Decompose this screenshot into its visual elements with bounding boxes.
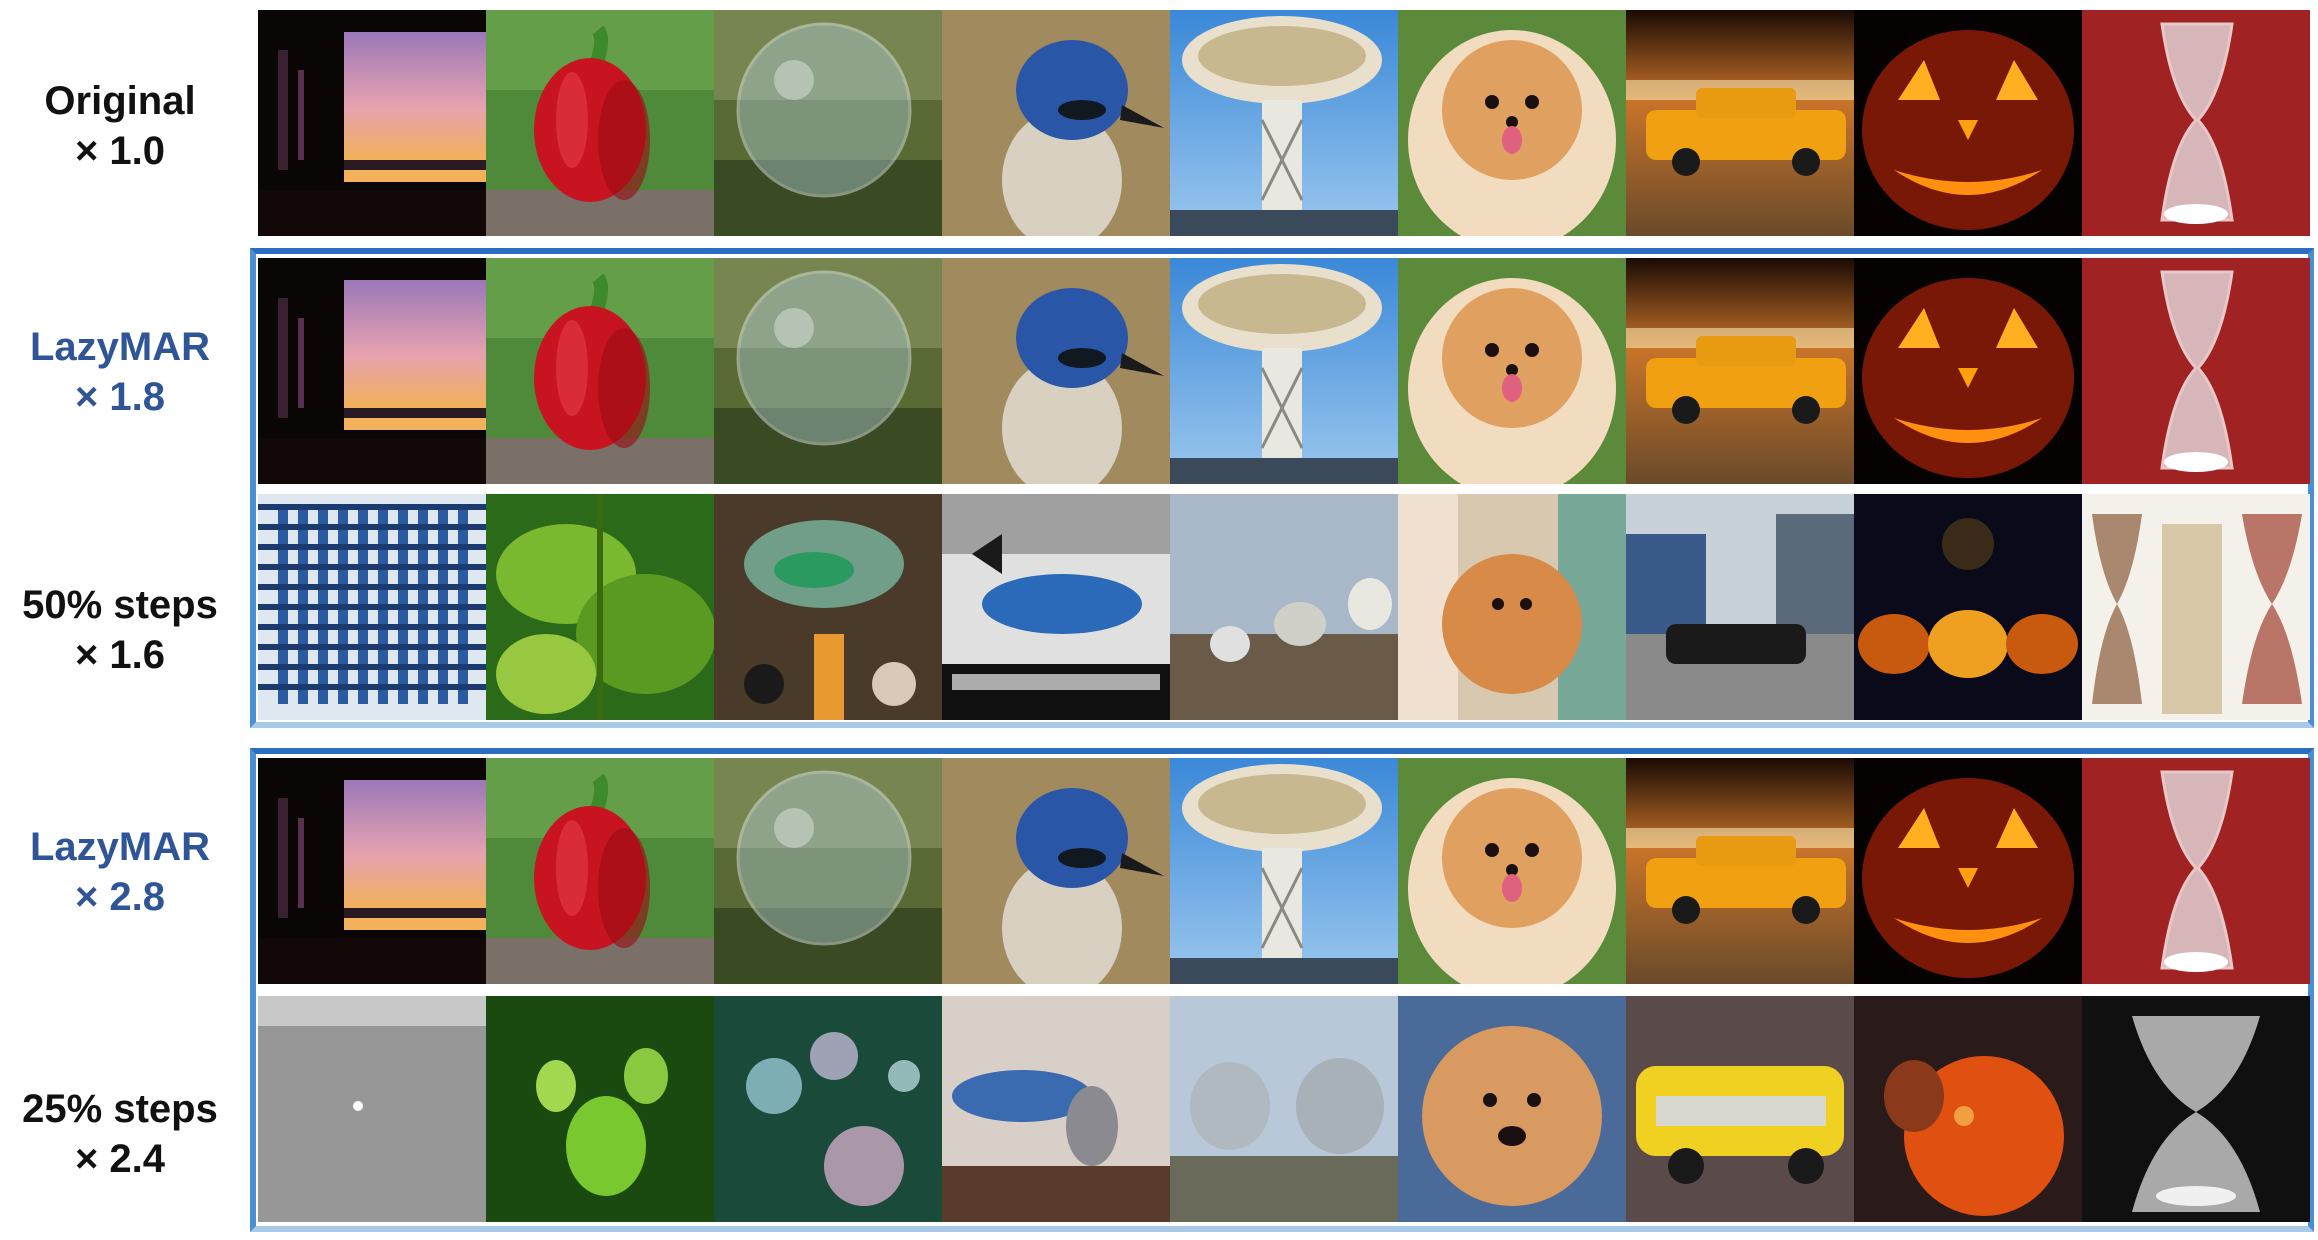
image-pomeranian	[1398, 258, 1626, 484]
image-soap-bubble	[714, 10, 942, 236]
image-row-50-steps	[258, 494, 2310, 720]
image-bubble-crowd	[714, 494, 942, 720]
row-label-25-steps: 25% steps × 2.4	[22, 1087, 218, 1181]
image-sunset-window	[258, 10, 486, 236]
image-hourglass-collection	[2082, 494, 2310, 720]
image-yellow-car	[1626, 996, 1854, 1222]
image-green-peppers	[486, 996, 714, 1222]
image-carved-pumpkin	[1854, 996, 2082, 1222]
image-radio-telescope	[1170, 10, 1398, 236]
image-hourglass	[2082, 258, 2310, 484]
image-hourglass	[2082, 10, 2310, 236]
row-label-50-steps: 50% steps × 1.6	[22, 583, 218, 677]
image-row-original	[258, 10, 2310, 236]
image-pepper-plant	[486, 494, 714, 720]
image-row-25-steps	[258, 996, 2310, 1222]
image-dishes-field	[1170, 494, 1398, 720]
image-soap-bubble	[714, 258, 942, 484]
image-pumpkins-night	[1854, 494, 2082, 720]
row-label-lazymar-1-8: LazyMAR × 1.8	[29, 325, 211, 419]
image-red-pepper	[486, 258, 714, 484]
image-jack-o-lantern	[1854, 10, 2082, 236]
image-hourglass-bw	[2082, 996, 2310, 1222]
image-taxi	[1626, 258, 1854, 484]
image-taxi	[1626, 10, 1854, 236]
image-street-car	[1626, 494, 1854, 720]
image-window-mesh	[258, 996, 486, 1222]
image-sunset-window	[258, 758, 486, 984]
image-blue-jay	[942, 758, 1170, 984]
image-blue-jay	[942, 10, 1170, 236]
row-label-lazymar-2-8: LazyMAR × 2.8	[29, 825, 211, 919]
image-blue-jay	[942, 258, 1170, 484]
image-bubbles-garden	[714, 996, 942, 1222]
image-pomeranian	[1398, 10, 1626, 236]
image-hourglass	[2082, 758, 2310, 984]
image-dishes-array	[1170, 996, 1398, 1222]
image-pomeranian	[1398, 758, 1626, 984]
image-jay-snow	[942, 494, 1170, 720]
image-jack-o-lantern	[1854, 758, 2082, 984]
image-soap-bubble	[714, 758, 942, 984]
image-radio-telescope	[1170, 758, 1398, 984]
image-jack-o-lantern	[1854, 258, 2082, 484]
image-pomeranian-blue	[1398, 996, 1626, 1222]
row-label-original: Original × 1.0	[44, 79, 196, 173]
image-windows-building	[258, 494, 486, 720]
image-red-pepper	[486, 758, 714, 984]
image-row-lazymar-2-8	[258, 758, 2310, 984]
image-sunset-window	[258, 258, 486, 484]
image-pomeranian-sofa	[1398, 494, 1626, 720]
image-row-lazymar-1-8	[258, 258, 2310, 484]
image-red-pepper	[486, 10, 714, 236]
image-radio-telescope	[1170, 258, 1398, 484]
image-jay-wood	[942, 996, 1170, 1222]
image-taxi	[1626, 758, 1854, 984]
